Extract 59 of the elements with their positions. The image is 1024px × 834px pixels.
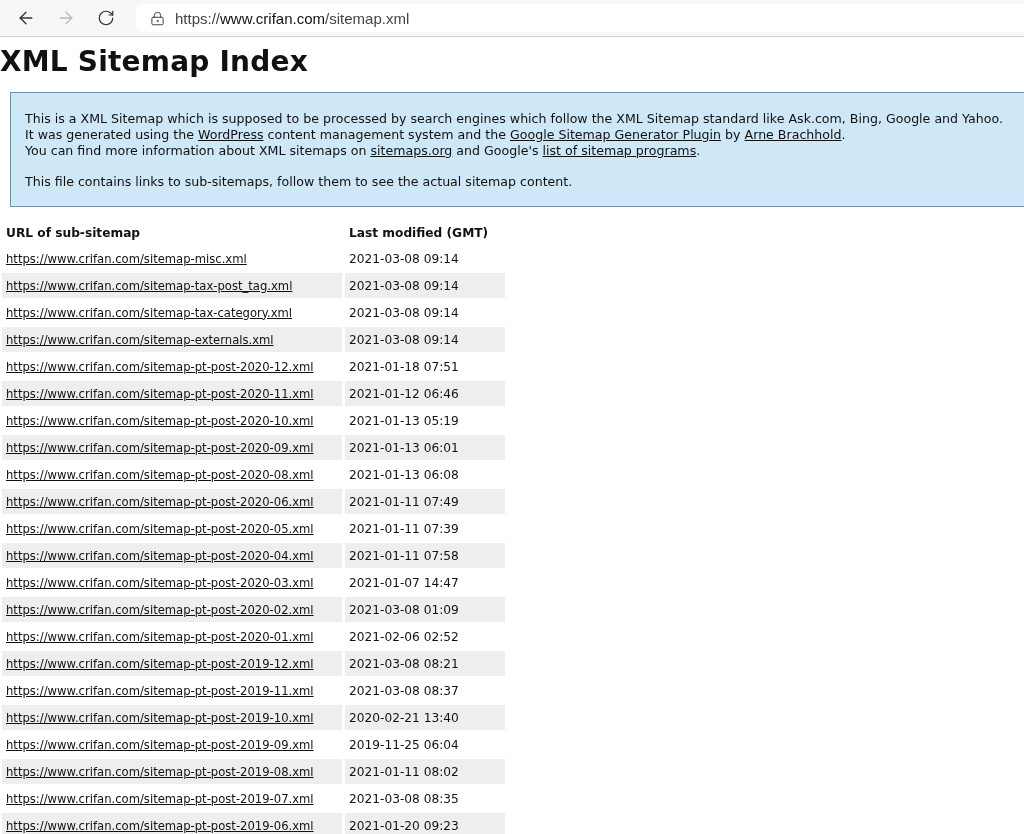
date-cell: 2021-03-08 09:14: [345, 273, 505, 298]
date-cell-text: 2021-03-08 08:35: [348, 790, 460, 808]
date-cell: 2020-02-21 13:40: [345, 705, 505, 730]
sitemap-link[interactable]: https://www.crifan.com/sitemap-pt-post-2020-10.xml: [6, 413, 314, 428]
page-title: XML Sitemap Index: [0, 45, 309, 78]
sitemap-link[interactable]: https://www.crifan.com/sitemap-externals.xml: [6, 332, 274, 347]
info-link[interactable]: WordPress: [198, 127, 264, 142]
date-cell: 2021-01-11 07:49: [345, 489, 505, 514]
sitemap-link[interactable]: https://www.crifan.com/sitemap-pt-post-2020-01.xml: [6, 629, 314, 644]
sitemap-link[interactable]: https://www.crifan.com/sitemap-pt-post-2019-11.xml: [6, 683, 314, 698]
info-text: It was generated using the WordPress content management system and the Google Sitemap Generator Plugin by Arne Brachhold.: [25, 127, 847, 143]
sitemap-link[interactable]: https://www.crifan.com/sitemap-pt-post-2019-10.xml: [6, 710, 314, 725]
sitemap-link[interactable]: https://www.crifan.com/sitemap-pt-post-2020-09.xml: [6, 440, 314, 455]
date-cell-text: 2021-03-08 08:37: [348, 682, 460, 700]
date-cell: 2021-01-11 08:02: [345, 759, 505, 784]
sitemap-link[interactable]: https://www.crifan.com/sitemap-pt-post-2020-06.xml: [6, 494, 314, 509]
date-cell-text: 2021-01-13 05:19: [348, 412, 460, 430]
sitemap-link[interactable]: https://www.crifan.com/sitemap-pt-post-2020-02.xml: [6, 602, 314, 617]
date-cell-text: 2021-01-07 14:47: [348, 574, 460, 592]
info-link[interactable]: Google Sitemap Generator Plugin: [510, 127, 722, 142]
info-link[interactable]: Arne Brachhold: [744, 127, 842, 142]
sitemap-link[interactable]: https://www.crifan.com/sitemap-pt-post-2020-03.xml: [6, 575, 314, 590]
date-cell-text: 2019-11-25 06:04: [348, 736, 460, 754]
date-cell: 2021-01-11 07:58: [345, 543, 505, 568]
column-header: URL of sub-sitemap: [5, 224, 142, 242]
sitemap-link[interactable]: https://www.crifan.com/sitemap-misc.xml: [6, 251, 247, 266]
sitemap-link[interactable]: https://www.crifan.com/sitemap-tax-post_tag.xml: [6, 278, 293, 293]
sitemap-link[interactable]: https://www.crifan.com/sitemap-pt-post-2019-12.xml: [6, 656, 314, 671]
date-cell-text: 2021-01-11 07:39: [348, 520, 460, 538]
sitemap-link[interactable]: https://www.crifan.com/sitemap-pt-post-2019-07.xml: [6, 791, 314, 806]
sitemap-link[interactable]: https://www.crifan.com/sitemap-pt-post-2020-12.xml: [6, 359, 314, 374]
date-cell: 2021-01-13 06:01: [345, 435, 505, 460]
sitemap-link[interactable]: https://www.crifan.com/sitemap-pt-post-2019-08.xml: [6, 764, 314, 779]
sitemap-link[interactable]: https://www.crifan.com/sitemap-pt-post-2019-06.xml: [6, 818, 314, 833]
info-text: You can find more information about XML sitemaps on sitemaps.org and Google's list of sitemap programs.: [25, 143, 702, 159]
reload-icon: [97, 9, 115, 27]
sitemap-link[interactable]: https://www.crifan.com/sitemap-pt-post-2020-05.xml: [6, 521, 314, 536]
date-cell: 2021-01-12 06:46: [345, 381, 505, 406]
date-cell-text: 2021-03-08 09:14: [348, 304, 460, 322]
date-cell-text: 2021-02-06 02:52: [348, 628, 460, 646]
sitemap-link[interactable]: https://www.crifan.com/sitemap-pt-post-2019-09.xml: [6, 737, 314, 752]
column-header: Last modified (GMT): [348, 224, 490, 242]
date-cell: 2021-03-08 08:21: [345, 651, 505, 676]
date-cell-text: 2021-01-13 06:08: [348, 466, 460, 484]
sitemap-link[interactable]: https://www.crifan.com/sitemap-pt-post-2020-08.xml: [6, 467, 314, 482]
info-link[interactable]: sitemaps.org: [370, 143, 453, 158]
info-text: This file contains links to sub-sitemaps, follow them to see the actual sitemap content.: [25, 174, 574, 190]
sitemap-link[interactable]: https://www.crifan.com/sitemap-tax-category.xml: [6, 305, 293, 320]
sitemap-link[interactable]: https://www.crifan.com/sitemap-pt-post-2020-11.xml: [6, 386, 314, 401]
lock-icon: [150, 10, 165, 26]
date-cell-text: 2021-03-08 09:14: [348, 250, 460, 268]
date-cell-text: 2021-01-18 07:51: [348, 358, 460, 376]
date-cell: 2021-03-08 09:14: [345, 327, 505, 352]
date-cell: 2021-03-08 01:09: [345, 597, 505, 622]
date-cell: 2021-01-20 09:23: [345, 813, 505, 834]
address-bar[interactable]: https://www.crifan.com/sitemap.xml: [136, 4, 1024, 32]
address-url: https://www.crifan.com/sitemap.xml: [175, 9, 410, 27]
info-text: This is a XML Sitemap which is supposed to be processed by search engines which follow the XML Sitemap standard like Ask.com, Bing, Google and Yahoo.: [25, 111, 1004, 127]
sitemap-link[interactable]: https://www.crifan.com/sitemap-pt-post-2020-04.xml: [6, 548, 314, 563]
